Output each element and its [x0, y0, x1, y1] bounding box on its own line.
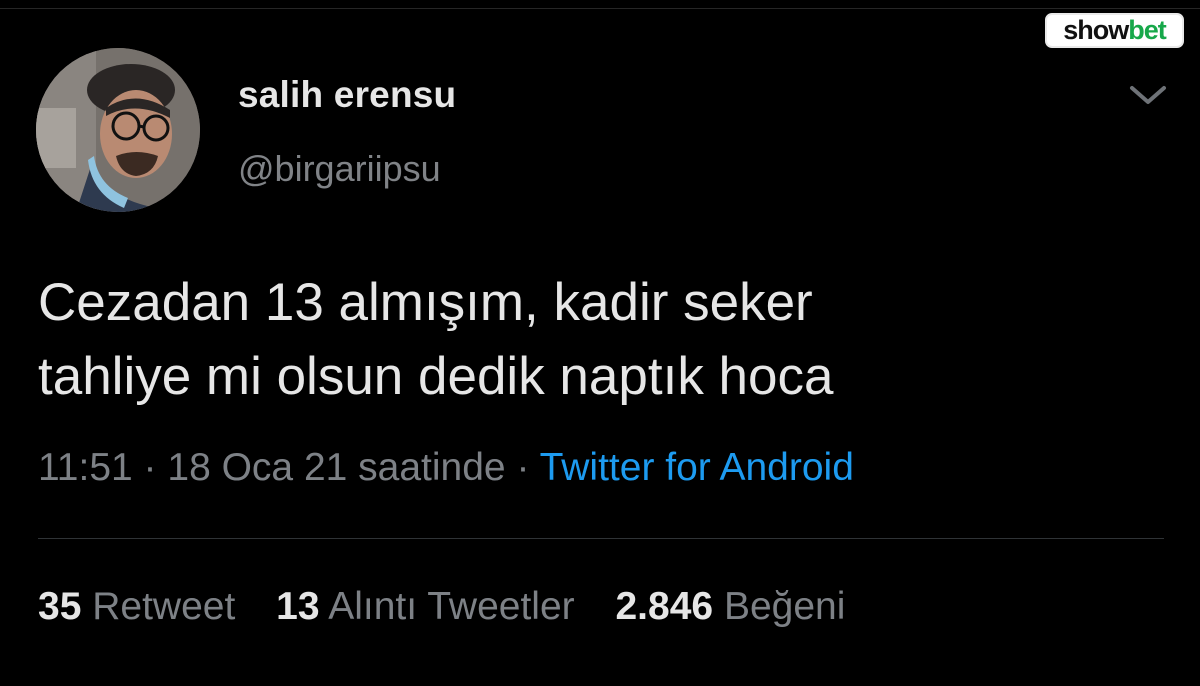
chevron-down-icon[interactable] — [1126, 80, 1170, 110]
stat-retweets[interactable]: 35 Retweet — [38, 585, 235, 629]
author-display-name[interactable]: salih erensu — [238, 74, 456, 116]
stats-divider — [38, 538, 1164, 539]
stat-label: Retweet — [92, 585, 236, 628]
stat-likes[interactable]: 2.846 Beğeni — [615, 585, 845, 629]
stat-value: 35 — [38, 585, 82, 628]
stat-value: 2.846 — [615, 585, 714, 628]
watermark-part2: bet — [1128, 15, 1166, 45]
tweet-text: Cezadan 13 almışım, kadir seker tahliye … — [38, 266, 1138, 414]
tweet-source-link[interactable]: Twitter for Android — [540, 446, 854, 489]
watermark-part1: show — [1063, 15, 1129, 45]
tweet-stats: 35 Retweet 13 Alıntı Tweetler 2.846 Beğe… — [38, 585, 875, 629]
avatar-image — [36, 48, 200, 212]
avatar[interactable] — [36, 48, 200, 212]
watermark-logo: show bet — [1045, 13, 1184, 48]
author-handle[interactable]: @birgariipsu — [238, 148, 441, 190]
tweet-meta: 11:51 · 18 Oca 21 saatinde · Twitter for… — [38, 446, 854, 490]
top-divider — [0, 8, 1200, 9]
stat-label: Alıntı Tweetler — [328, 585, 575, 628]
stat-quote-tweets[interactable]: 13 Alıntı Tweetler — [276, 585, 574, 629]
meta-separator: · — [132, 446, 168, 489]
stat-value: 13 — [276, 585, 320, 628]
tweet-line-2: tahliye mi olsun dedik naptık hoca — [38, 347, 834, 406]
meta-separator: · — [505, 446, 540, 489]
stat-label: Beğeni — [723, 585, 846, 628]
tweet-line-1: Cezadan 13 almışım, kadir seker — [38, 273, 813, 332]
tweet-date: 18 Oca 21 saatinde — [167, 446, 506, 489]
tweet-time: 11:51 — [38, 446, 133, 489]
